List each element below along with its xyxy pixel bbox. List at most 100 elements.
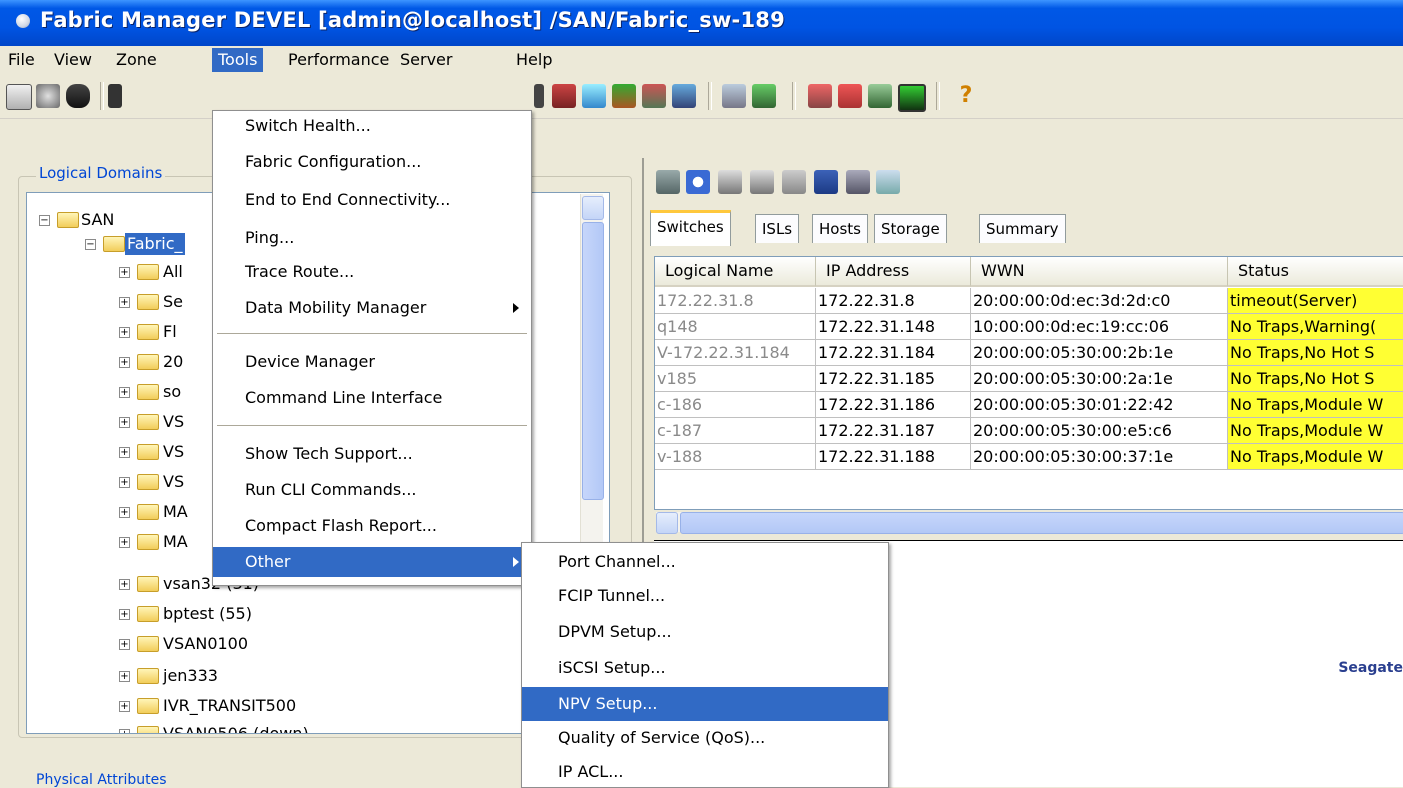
menu-item-npv-setup[interactable]: NPV Setup... — [522, 687, 888, 721]
menu-item-compact-flash-report[interactable]: Compact Flash Report... — [213, 511, 531, 541]
menu-item-ip-acl[interactable]: IP ACL... — [522, 755, 888, 787]
column-header-status[interactable]: Status — [1228, 257, 1403, 287]
expand-icon[interactable]: + — [119, 537, 130, 548]
menu-help[interactable]: Help — [510, 48, 558, 72]
column-header-ip-address[interactable]: IP Address — [816, 257, 971, 287]
expand-icon[interactable]: + — [119, 671, 130, 682]
cell-wwn: 20:00:00:05:30:00:37:1e — [971, 444, 1228, 470]
main-toolbar: ? — [0, 74, 1403, 119]
network-icon[interactable] — [722, 84, 746, 108]
menu-item-trace-route[interactable]: Trace Route... — [213, 257, 531, 287]
topology-icon[interactable] — [672, 84, 696, 108]
paste-icon[interactable] — [750, 170, 774, 194]
save-icon[interactable] — [814, 170, 838, 194]
expand-icon[interactable]: + — [119, 609, 130, 620]
table-row[interactable]: v185 172.22.31.185 20:00:00:05:30:00:2a:1e… — [655, 366, 1403, 392]
discover-icon[interactable] — [36, 84, 60, 108]
expand-icon[interactable]: + — [119, 357, 130, 368]
cell-logical-name: c-186 — [655, 392, 816, 418]
security-icon[interactable] — [838, 84, 862, 108]
column-header-wwn[interactable]: WWN — [971, 257, 1228, 287]
menu-item-other[interactable]: Other — [213, 547, 531, 577]
monitor-icon[interactable] — [898, 84, 926, 112]
folder-icon — [137, 668, 159, 684]
cell-ip-address: 172.22.31.186 — [816, 392, 971, 418]
app-icon[interactable] — [16, 14, 30, 28]
device-icon[interactable] — [108, 84, 122, 108]
menu-item-command-line-interface[interactable]: Command Line Interface — [213, 383, 531, 413]
tab-hosts[interactable]: Hosts — [812, 214, 868, 243]
expand-icon[interactable]: + — [119, 447, 130, 458]
stats-icon[interactable] — [868, 84, 892, 108]
menu-view[interactable]: View — [48, 48, 98, 72]
collapse-icon[interactable]: − — [85, 239, 96, 250]
expand-icon[interactable]: + — [119, 639, 130, 650]
copy-icon[interactable] — [718, 170, 742, 194]
expand-icon[interactable]: + — [119, 267, 130, 278]
menu-item-fabric-configuration[interactable]: Fabric Configuration... — [213, 147, 531, 177]
expand-icon[interactable]: + — [119, 327, 130, 338]
menu-item-data-mobility-manager[interactable]: Data Mobility Manager — [213, 293, 531, 323]
expand-icon[interactable]: + — [119, 701, 130, 712]
scroll-thumb[interactable] — [680, 512, 1403, 534]
menu-item-switch-health[interactable]: Switch Health... — [213, 111, 531, 141]
table-row[interactable]: c-186 172.22.31.186 20:00:00:05:30:01:22:4… — [655, 392, 1403, 418]
expand-icon[interactable]: + — [119, 477, 130, 488]
menu-item-quality-of-service[interactable]: Quality of Service (QoS)... — [522, 721, 888, 755]
tab-isls[interactable]: ISLs — [755, 214, 800, 243]
device-label[interactable]: Seagate — [1338, 660, 1403, 676]
menu-item-fcip-tunnel[interactable]: FCIP Tunnel... — [522, 579, 888, 613]
print-icon[interactable] — [846, 170, 870, 194]
undo-icon[interactable] — [782, 170, 806, 194]
table-row[interactable]: v-188 172.22.31.188 20:00:00:05:30:00:37:1… — [655, 444, 1403, 470]
cell-wwn: 20:00:00:05:30:00:2a:1e — [971, 366, 1228, 392]
expand-icon[interactable]: + — [119, 507, 130, 518]
menu-zone[interactable]: Zone — [110, 48, 163, 72]
scroll-left-icon[interactable] — [656, 512, 678, 534]
tab-summary[interactable]: Summary — [979, 214, 1066, 243]
menu-file[interactable]: File — [2, 48, 41, 72]
tab-storage[interactable]: Storage — [874, 214, 947, 243]
refresh-icon[interactable] — [686, 170, 710, 194]
table-row[interactable]: c-187 172.22.31.187 20:00:00:05:30:00:e5:c… — [655, 418, 1403, 444]
menu-performance[interactable]: Performance — [282, 48, 395, 72]
scroll-thumb[interactable] — [582, 222, 604, 500]
menu-server[interactable]: Server — [394, 48, 458, 72]
grid-icon[interactable] — [642, 84, 666, 108]
table-row[interactable]: q148 172.22.31.148 10:00:00:0d:ec:19:cc:06… — [655, 314, 1403, 340]
expand-icon[interactable]: + — [119, 579, 130, 590]
users-icon[interactable] — [752, 84, 776, 108]
folder-icon — [137, 354, 159, 370]
device2-icon[interactable] — [534, 84, 544, 108]
scroll-up-icon[interactable] — [582, 196, 604, 220]
table-row[interactable]: 172.22.31.8 172.22.31.8 20:00:00:0d:ec:3d:… — [655, 288, 1403, 314]
export-icon[interactable] — [876, 170, 900, 194]
collapse-icon[interactable]: − — [39, 215, 50, 226]
tools-icon[interactable] — [808, 84, 832, 108]
expand-icon[interactable]: + — [119, 417, 130, 428]
menu-tools[interactable]: Tools — [212, 48, 264, 72]
menu-item-device-manager[interactable]: Device Manager — [213, 347, 531, 377]
menu-item-run-cli-commands[interactable]: Run CLI Commands... — [213, 475, 531, 505]
open-icon[interactable] — [6, 84, 32, 110]
tab-switches[interactable]: Switches — [650, 210, 731, 246]
logical-domains-label: Logical Domains — [36, 164, 166, 182]
find-icon[interactable] — [66, 84, 90, 108]
menu-item-end-to-end-connectivity[interactable]: End to End Connectivity... — [213, 185, 531, 215]
table-row[interactable]: V-172.22.31.184 172.22.31.184 20:00:00:05:… — [655, 340, 1403, 366]
menu-item-port-channel[interactable]: Port Channel... — [522, 545, 888, 579]
column-header-logical-name[interactable]: Logical Name — [655, 257, 816, 287]
help-icon[interactable]: ? — [954, 84, 978, 108]
report-icon[interactable] — [552, 84, 576, 108]
menu-item-iscsi-setup[interactable]: iSCSI Setup... — [522, 651, 888, 685]
back-icon[interactable] — [656, 170, 680, 194]
chart-icon[interactable] — [582, 84, 606, 108]
menu-item-show-tech-support[interactable]: Show Tech Support... — [213, 439, 531, 469]
expand-icon[interactable]: + — [119, 387, 130, 398]
menu-item-ping[interactable]: Ping... — [213, 223, 531, 253]
menu-item-dpvm-setup[interactable]: DPVM Setup... — [522, 615, 888, 649]
expand-icon[interactable]: + — [119, 729, 130, 733]
expand-icon[interactable]: + — [119, 297, 130, 308]
map-icon[interactable] — [612, 84, 636, 108]
switches-table[interactable]: Logical Name IP Address WWN Status 172.2… — [654, 256, 1403, 510]
